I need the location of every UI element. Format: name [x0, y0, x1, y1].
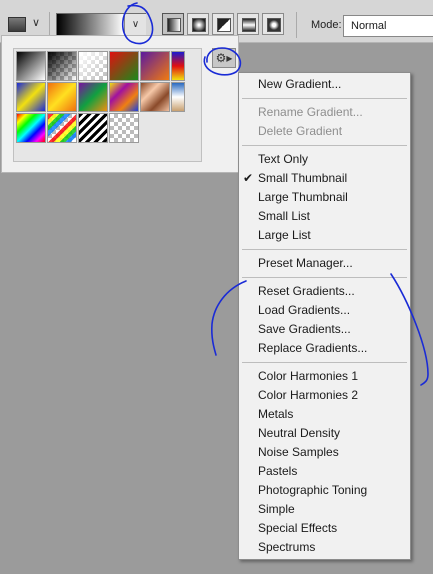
menu-item-label: Spectrums — [258, 540, 316, 554]
gradient-picker-panel: ⚙▸ — [1, 35, 239, 173]
linear-gradient-button[interactable] — [162, 13, 184, 35]
swatch-transparent-rainbow[interactable] — [47, 113, 77, 143]
menu-item-color-harmonies-2[interactable]: Color Harmonies 2 — [239, 386, 410, 405]
gradient-swatch-grid — [13, 48, 202, 162]
radial-gradient-icon — [192, 18, 206, 32]
menu-item-large-thumbnail[interactable]: Large Thumbnail — [239, 188, 410, 207]
menu-item-label: Noise Samples — [258, 445, 339, 459]
menu-item-metals[interactable]: Metals — [239, 405, 410, 424]
menu-item-label: Reset Gradients... — [258, 284, 355, 298]
checkmark-icon: ✔ — [243, 171, 254, 185]
menu-item-label: Replace Gradients... — [258, 341, 368, 355]
menu-item-simple[interactable]: Simple — [239, 500, 410, 519]
swatch-black-white[interactable] — [16, 51, 46, 81]
gradient-preview[interactable] — [57, 14, 124, 36]
menu-item-label: Special Effects — [258, 521, 338, 535]
menu-item-reset-gradients[interactable]: Reset Gradients... — [239, 282, 410, 301]
swatch-blue-red-yellow[interactable] — [171, 51, 185, 81]
radial-gradient-button[interactable] — [187, 13, 209, 35]
menu-item-color-harmonies-1[interactable]: Color Harmonies 1 — [239, 367, 410, 386]
swatch-violet-orange[interactable] — [140, 51, 170, 81]
angle-gradient-button[interactable] — [212, 13, 234, 35]
menu-item-delete-gradient: Delete Gradient — [239, 122, 410, 141]
swatch-chrome[interactable] — [171, 82, 185, 112]
menu-separator — [242, 362, 407, 363]
gradient-picker[interactable]: ∨ — [56, 13, 146, 37]
swatch-checker-transparent[interactable] — [109, 113, 139, 143]
swatch-violet-green-orange[interactable] — [78, 82, 108, 112]
menu-item-label: Load Gradients... — [258, 303, 351, 317]
menu-item-label: Large List — [258, 228, 311, 242]
diamond-gradient-button[interactable] — [262, 13, 284, 35]
menu-item-label: Small Thumbnail — [258, 171, 348, 185]
menu-item-pastels[interactable]: Pastels — [239, 462, 410, 481]
menu-item-label: Metals — [258, 407, 294, 421]
reflected-gradient-button[interactable] — [237, 13, 259, 35]
swatch-white-transparent[interactable] — [78, 51, 108, 81]
menu-item-small-list[interactable]: Small List — [239, 207, 410, 226]
menu-item-photographic-toning[interactable]: Photographic Toning — [239, 481, 410, 500]
menu-separator — [242, 145, 407, 146]
gradient-tool-icon — [8, 17, 26, 32]
menu-item-label: Rename Gradient... — [258, 105, 363, 119]
menu-item-label: Pastels — [258, 464, 298, 478]
menu-item-save-gradients[interactable]: Save Gradients... — [239, 320, 410, 339]
gradient-panel-menu: New Gradient... Rename Gradient... Delete … — [238, 72, 411, 560]
menu-item-spectrums[interactable]: Spectrums — [239, 538, 410, 557]
menu-item-label: Preset Manager... — [258, 256, 353, 270]
menu-item-label: Color Harmonies 2 — [258, 388, 359, 402]
diamond-gradient-icon — [267, 18, 281, 32]
menu-item-label: Neutral Density — [258, 426, 341, 440]
swatch-transparent-stripes[interactable] — [78, 113, 108, 143]
linear-gradient-icon — [167, 18, 181, 32]
gradient-picker-dropdown-button[interactable]: ∨ — [124, 14, 146, 36]
mode-select[interactable]: Normal — [343, 15, 433, 37]
menu-separator — [242, 98, 407, 99]
swatch-yellow-violet-orange-blue[interactable] — [109, 82, 139, 112]
swatch-red-green[interactable] — [109, 51, 139, 81]
reflected-gradient-icon — [242, 18, 256, 32]
menu-separator — [242, 277, 407, 278]
swatch-black-transparent[interactable] — [47, 51, 77, 81]
menu-item-rename-gradient: Rename Gradient... — [239, 103, 410, 122]
menu-item-label: Save Gradients... — [258, 322, 351, 336]
angle-gradient-icon — [217, 18, 231, 32]
menu-item-label: Delete Gradient — [258, 124, 343, 138]
mode-label: Mode: — [311, 19, 342, 31]
menu-item-small-thumbnail[interactable]: ✔ Small Thumbnail — [239, 169, 410, 188]
menu-item-large-list[interactable]: Large List — [239, 226, 410, 245]
menu-item-replace-gradients[interactable]: Replace Gradients... — [239, 339, 410, 358]
menu-item-new-gradient[interactable]: New Gradient... — [239, 75, 410, 94]
tool-preset-picker[interactable]: ∨ — [6, 14, 44, 36]
menu-item-label: Simple — [258, 502, 295, 516]
menu-item-neutral-density[interactable]: Neutral Density — [239, 424, 410, 443]
menu-item-text-only[interactable]: Text Only — [239, 150, 410, 169]
chevron-down-icon: ∨ — [32, 17, 41, 29]
swatch-blue-yellow-blue[interactable] — [16, 82, 46, 112]
menu-separator — [242, 249, 407, 250]
menu-item-label: Color Harmonies 1 — [258, 369, 359, 383]
menu-item-load-gradients[interactable]: Load Gradients... — [239, 301, 410, 320]
menu-item-label: Large Thumbnail — [258, 190, 348, 204]
menu-item-label: Photographic Toning — [258, 483, 368, 497]
menu-item-noise-samples[interactable]: Noise Samples — [239, 443, 410, 462]
swatch-orange-yellow-orange[interactable] — [47, 82, 77, 112]
menu-item-special-effects[interactable]: Special Effects — [239, 519, 410, 538]
divider — [296, 12, 297, 38]
swatch-spectrum[interactable] — [16, 113, 46, 143]
panel-menu-button[interactable]: ⚙▸ — [212, 48, 236, 68]
menu-item-preset-manager[interactable]: Preset Manager... — [239, 254, 410, 273]
menu-item-label: Text Only — [258, 152, 309, 166]
swatch-copper[interactable] — [140, 82, 170, 112]
menu-item-label: Small List — [258, 209, 311, 223]
menu-item-label: New Gradient... — [258, 77, 342, 91]
